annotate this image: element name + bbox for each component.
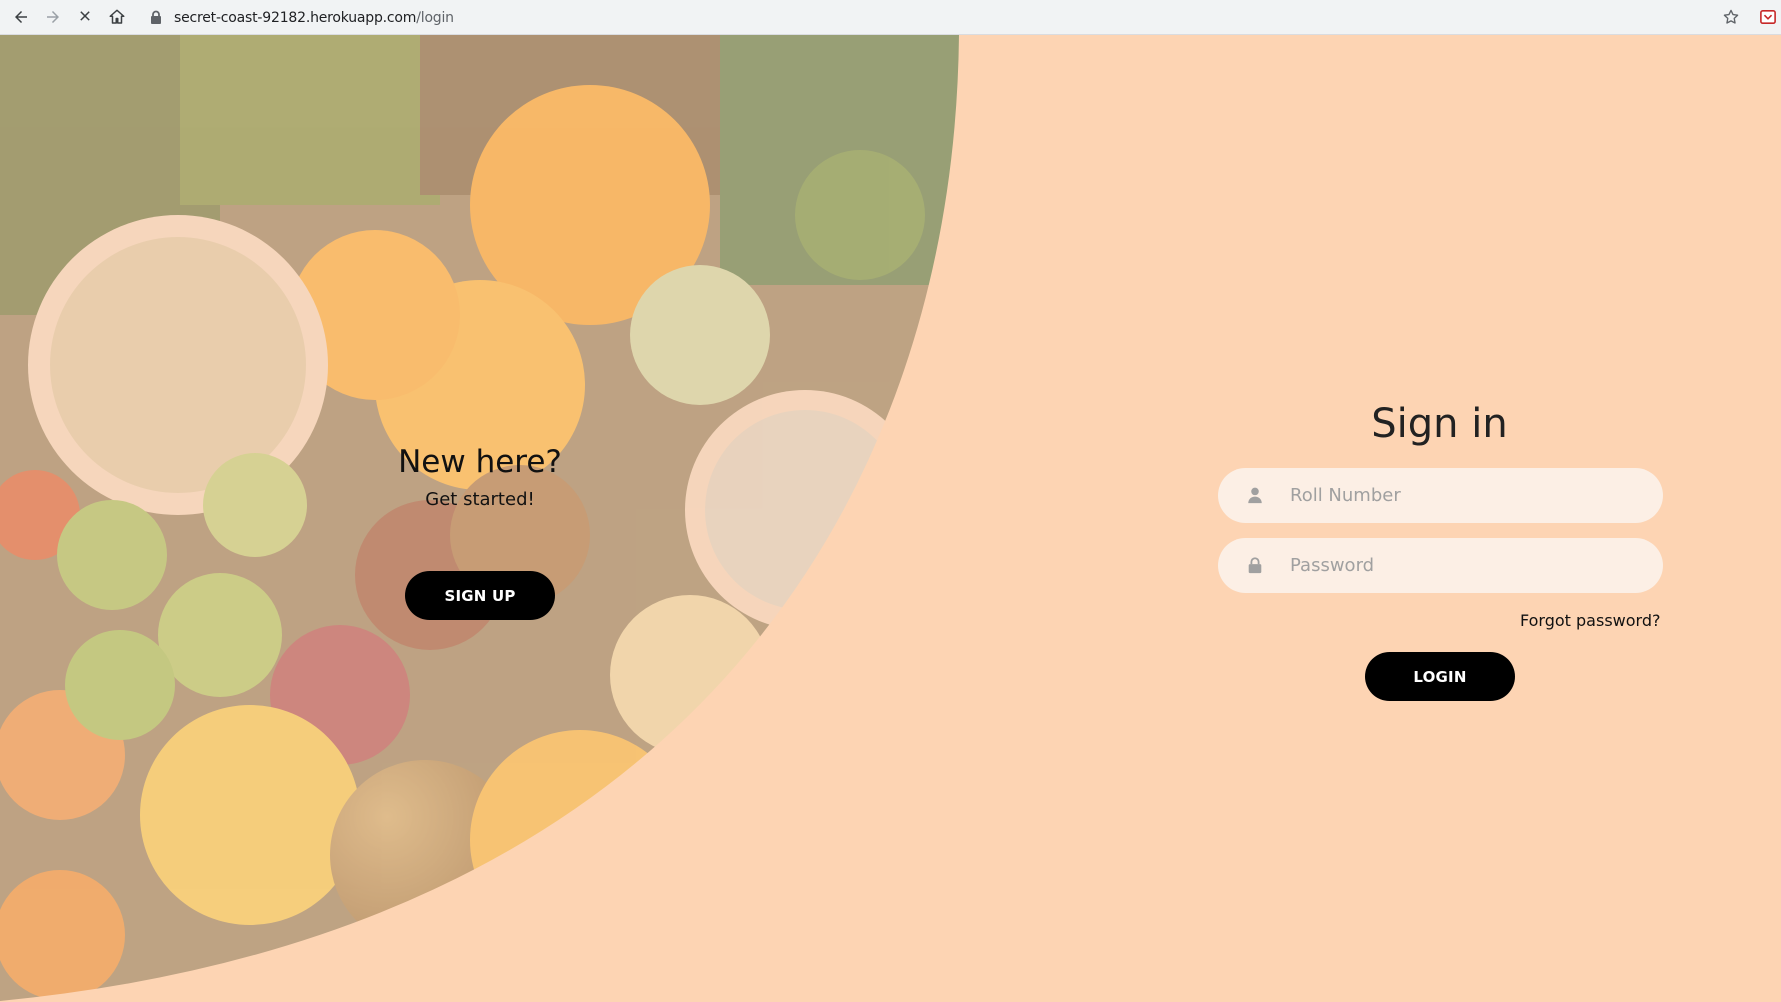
close-icon [80, 11, 90, 21]
extension-icon [1760, 9, 1776, 25]
back-button[interactable] [7, 3, 35, 31]
login-page: New here? Get started! SIGN UP Sign in R… [0, 35, 1781, 1002]
promo-subtitle: Get started! [425, 488, 535, 510]
arrow-right-icon [47, 11, 59, 23]
roll-number-field[interactable]: Roll Number [1218, 468, 1663, 523]
signup-button[interactable]: SIGN UP [405, 571, 555, 620]
user-icon [1248, 487, 1262, 504]
forgot-password-link[interactable]: Forgot password? [1520, 611, 1660, 630]
home-button[interactable] [103, 3, 131, 31]
password-placeholder: Password [1290, 555, 1375, 576]
lock-icon [151, 10, 161, 24]
sign-in-title: Sign in [1371, 401, 1508, 447]
bookmark-button[interactable] [1720, 6, 1742, 28]
promo-title: New here? [398, 444, 562, 480]
url-text: secret-coast-92182.herokuapp.com/login [174, 10, 454, 26]
arrow-left-icon [15, 11, 27, 23]
url-host: secret-coast-92182.herokuapp.com [174, 10, 417, 26]
url-path: /login [416, 10, 454, 26]
star-icon [1723, 9, 1739, 24]
browser-toolbar: secret-coast-92182.herokuapp.com/login [0, 0, 1781, 35]
address-bar[interactable]: secret-coast-92182.herokuapp.com/login [139, 3, 1739, 32]
forward-button[interactable] [39, 3, 67, 31]
home-icon [109, 9, 125, 24]
lock-icon [1248, 557, 1262, 574]
roll-number-placeholder: Roll Number [1290, 485, 1401, 506]
password-field[interactable]: Password [1218, 538, 1663, 593]
signup-promo: New here? Get started! [380, 444, 580, 510]
extension-button[interactable] [1759, 8, 1777, 26]
login-button[interactable]: LOGIN [1365, 652, 1515, 701]
stop-loading-button[interactable] [71, 3, 99, 31]
